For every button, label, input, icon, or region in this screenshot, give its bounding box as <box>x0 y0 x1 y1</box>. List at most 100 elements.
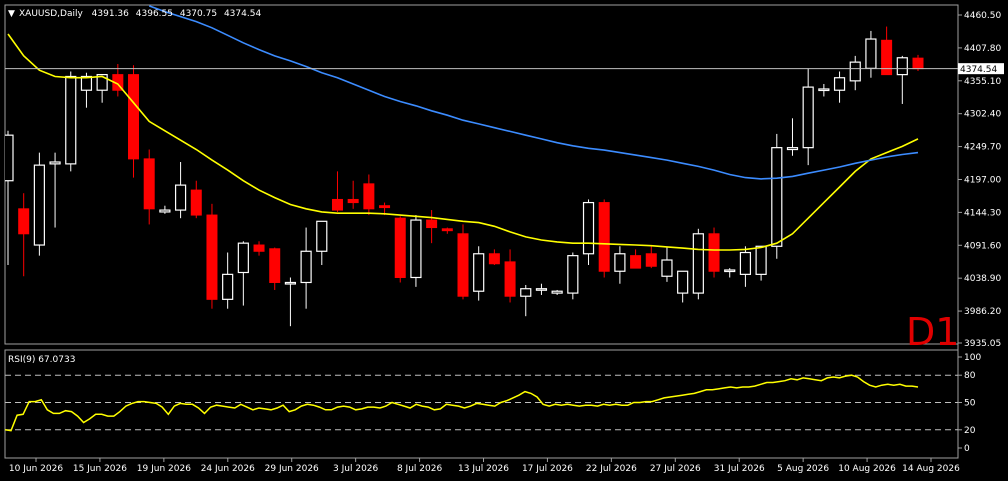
time-tick-label: 31 Jul 2026 <box>714 464 765 474</box>
candle-body-bear <box>331 198 343 211</box>
time-tick-label: 3 Jul 2026 <box>333 464 378 474</box>
time-tick-label: 17 Jul 2026 <box>522 464 573 474</box>
rsi-tick-label: 0 <box>964 444 970 454</box>
high-value: 4396.55 <box>136 9 173 19</box>
candle-body-bull <box>896 57 908 76</box>
candle-body-bull <box>614 253 626 272</box>
candle-body-bear <box>363 183 375 210</box>
candles <box>5 26 924 327</box>
time-tick-label: 15 Jun 2026 <box>73 464 127 474</box>
price-tick-label: 4038.90 <box>964 274 1001 284</box>
candle-body-bear <box>426 219 438 229</box>
candle-body-bull <box>80 75 93 91</box>
candle-body-bear <box>488 253 500 265</box>
candle-body-bull <box>551 290 563 294</box>
time-tick-label: 24 Jun 2026 <box>201 464 255 474</box>
candle-body-bear <box>881 39 893 76</box>
candle-body-bull <box>802 86 814 149</box>
open-value: 4391.36 <box>92 9 129 19</box>
close-value: 4374.54 <box>224 9 261 19</box>
candle-body-bear <box>598 202 610 272</box>
candle-body-bull <box>739 251 752 275</box>
candle-body-bull <box>316 220 328 252</box>
time-tick-label: 10 Aug 2026 <box>838 464 896 474</box>
price-tick-label: 4091.60 <box>964 241 1001 251</box>
candle-body-bear <box>630 255 642 269</box>
candle-body-bull <box>174 184 187 211</box>
time-tick-label: 29 Jun 2026 <box>265 464 319 474</box>
rsi-axis: 100 80 50 20 0 <box>958 353 981 454</box>
current-price-label: 4374.54 <box>960 65 997 75</box>
price-tick-label: 3986.20 <box>964 307 1001 317</box>
candle-body-bull <box>567 255 579 294</box>
time-tick-label: 13 Jul 2026 <box>458 464 509 474</box>
candle-body-bull <box>237 242 249 274</box>
time-tick-label: 14 Aug 2026 <box>902 464 960 474</box>
time-tick-label: 22 Jul 2026 <box>586 464 637 474</box>
time-tick-label: 27 Jul 2026 <box>650 464 701 474</box>
candle-body-bear <box>206 214 218 300</box>
low-value: 4370.75 <box>180 9 217 19</box>
time-tick-label: 19 Jun 2026 <box>137 464 191 474</box>
time-axis: 10 Jun 2026 15 Jun 2026 19 Jun 2026 24 Jun … <box>9 458 960 474</box>
candle-body-bear <box>645 253 657 267</box>
candle-body-bull <box>692 233 704 294</box>
price-tick-label: 4460.50 <box>964 11 1001 21</box>
timeframe: Daily <box>60 9 83 19</box>
rsi-line <box>4 374 919 432</box>
candle-body-bull <box>818 88 830 92</box>
price-tick-label: 4355.10 <box>964 77 1001 87</box>
candle-body-bull <box>222 273 234 300</box>
candle-body-bull <box>410 219 422 279</box>
time-tick-label: 5 Aug 2026 <box>777 464 829 474</box>
candle-body-bear <box>269 248 281 283</box>
rsi-line-group <box>4 374 919 432</box>
candle-body-bear <box>190 189 202 216</box>
candle-body-bull <box>284 281 297 285</box>
candle-body-bear <box>912 57 924 70</box>
price-tick-label: 4302.40 <box>964 110 1001 120</box>
candle-body-bear <box>128 74 140 160</box>
price-tick-label: 3935.05 <box>964 339 1001 349</box>
candle-body-bull <box>520 288 532 297</box>
price-tick-label: 4197.00 <box>964 175 1001 185</box>
rsi-title: RSI(9) 67.0733 <box>8 355 75 365</box>
candle-body-bull <box>661 259 673 277</box>
candle-body-bear <box>708 233 720 272</box>
rsi-tick-label: 50 <box>964 399 976 409</box>
symbol: XAUUSD <box>19 9 57 19</box>
price-tick-label: 4249.70 <box>964 143 1001 153</box>
rsi-tick-label: 80 <box>964 371 976 381</box>
collapse-triangle-icon[interactable]: ▼ <box>8 9 15 19</box>
candle-body-bull <box>159 209 171 213</box>
candle-body-bull <box>771 147 783 247</box>
candle-body-bull <box>300 250 312 284</box>
rsi-tick-label: 100 <box>964 353 981 363</box>
candle-body-bull <box>677 270 689 294</box>
candle-body-bull <box>865 38 877 69</box>
time-tick-label: 10 Jun 2026 <box>9 464 63 474</box>
candle-body-bear <box>143 158 155 210</box>
candle-body-bull <box>849 61 861 82</box>
candle-body-bull <box>582 201 595 255</box>
candle-body-bear <box>347 198 359 204</box>
candle-body-bull <box>786 147 799 151</box>
candle-body-bull <box>833 77 846 91</box>
candle-body-bull <box>473 253 485 292</box>
candle-body-bear <box>504 261 516 297</box>
candle-body-bear <box>394 217 406 278</box>
candle-body-bull <box>33 164 45 246</box>
chart-header: XAUUSD,Daily 4391.36 4396.55 4370.75 437… <box>19 9 261 19</box>
rsi-tick-label: 20 <box>964 426 976 436</box>
price-tick-label: 4144.30 <box>964 208 1001 218</box>
candle-body-bear <box>253 244 265 252</box>
candle-body-bull <box>535 288 548 291</box>
candle-body-bull <box>724 269 736 273</box>
candle-body-bull <box>755 245 767 275</box>
candle-body-bull <box>49 161 61 165</box>
price-axis: 4460.50 4407.80 4355.10 4302.40 4249.70 4197.… <box>958 11 1001 349</box>
candle-body-bear <box>18 208 30 235</box>
timeframe-badge: D1 <box>906 310 959 354</box>
candle-body-bear <box>457 233 469 297</box>
price-chart[interactable]: 4460.50 4407.80 4355.10 4302.40 4249.70 4197.… <box>0 0 1008 481</box>
